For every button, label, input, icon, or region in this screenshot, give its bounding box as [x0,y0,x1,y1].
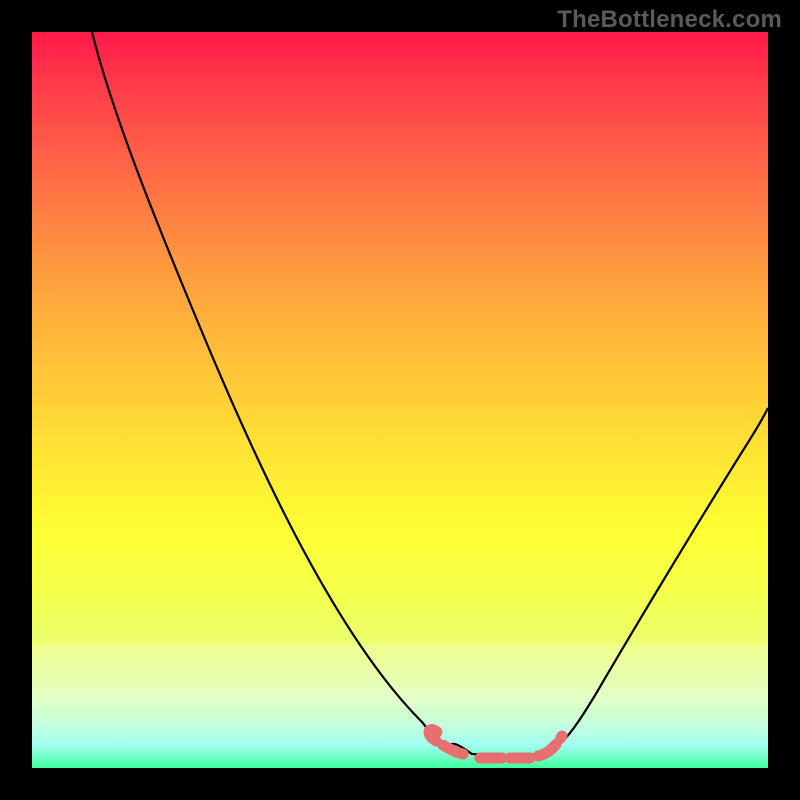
bottleneck-curve [32,32,768,768]
chart-area [32,32,768,768]
marker-segment [429,730,562,758]
watermark-text: TheBottleneck.com [557,6,782,34]
curve-path [92,32,768,756]
